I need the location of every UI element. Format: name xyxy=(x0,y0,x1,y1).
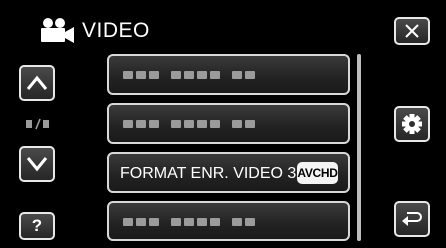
help-label: ? xyxy=(31,216,43,235)
back-button[interactable] xyxy=(394,201,430,237)
help-button[interactable]: ? xyxy=(19,212,55,240)
menu-item[interactable] xyxy=(107,54,350,95)
scroll-up-button[interactable] xyxy=(19,65,55,101)
scrollbar-thumb[interactable] xyxy=(357,54,361,241)
chevron-down-icon xyxy=(26,157,48,172)
return-icon xyxy=(402,212,422,226)
close-icon xyxy=(405,24,419,38)
menu-item[interactable] xyxy=(107,201,350,241)
menu-item-format-3d[interactable]: FORMAT ENR. VIDEO 3D AVCHD xyxy=(107,152,350,193)
menu-item[interactable] xyxy=(107,103,350,144)
settings-button[interactable] xyxy=(394,106,430,142)
placeholder-text xyxy=(123,120,255,128)
placeholder-text xyxy=(123,218,255,226)
format-badge: AVCHD xyxy=(297,162,338,184)
placeholder-text xyxy=(123,71,255,79)
page-title: VIDEO xyxy=(82,19,150,42)
chevron-up-icon xyxy=(26,75,48,90)
gear-icon xyxy=(402,114,422,134)
scroll-down-button[interactable] xyxy=(19,146,55,182)
menu-item-label: FORMAT ENR. VIDEO 3D xyxy=(120,165,308,182)
close-button[interactable] xyxy=(394,17,430,45)
video-camera-icon xyxy=(38,17,76,45)
page-indicator xyxy=(23,117,53,131)
